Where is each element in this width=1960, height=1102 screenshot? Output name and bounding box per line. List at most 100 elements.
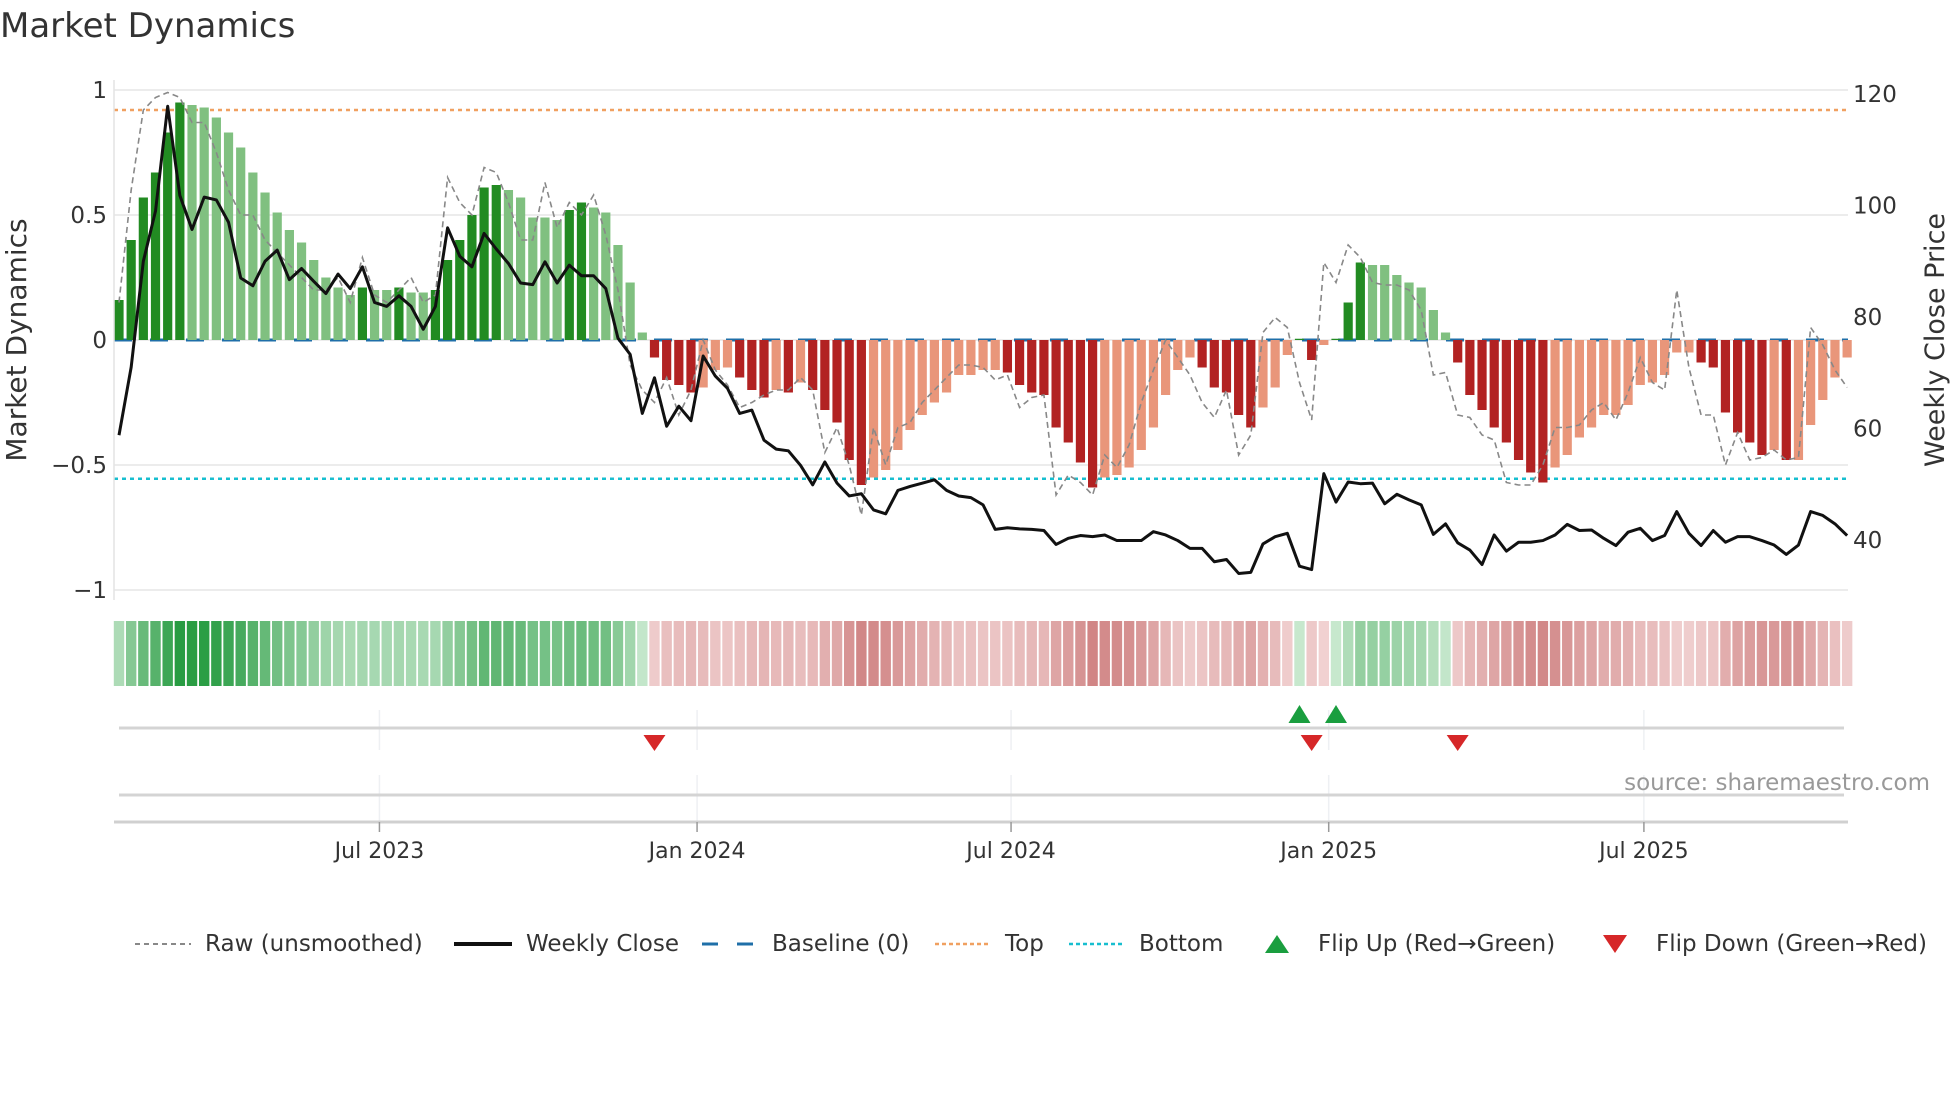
flip-down-marker [643,735,666,751]
legend-flip-up[interactable]: Flip Up (Red→Green) [1264,924,1555,964]
dynamics-bar [1100,340,1110,478]
y-tick-label: 0 [92,328,107,354]
heat-strip-cell [734,621,745,686]
heat-strip-cell [1172,621,1183,686]
heat-strip-cell [1635,621,1646,686]
heat-strip-cell [198,621,210,686]
dynamics-bar [236,147,246,340]
legend-flip-down[interactable]: Flip Down (Green→Red) [1602,924,1927,964]
dynamics-bar [820,340,830,410]
legend-top[interactable]: Top [935,924,1044,964]
legend-baseline[interactable]: Baseline (0) [702,924,909,964]
dynamics-bar [272,212,282,340]
heat-strip-cell [807,621,818,686]
gridlines [114,89,1848,822]
heat-strip-cell [953,621,964,686]
legend-top-label: Top [1005,931,1044,957]
dynamics-bar [1574,340,1584,438]
heat-strip-cell [1841,621,1853,686]
y2-axis-label: Weekly Close Price [1920,213,1951,467]
heat-strip-cell [697,621,709,686]
heat-strip-cell [1793,621,1804,686]
dynamics-bar [1294,338,1305,340]
y-tick-label: 0.5 [70,203,107,229]
legend-close[interactable]: Weekly Close [454,924,679,964]
dynamics-bar [1733,340,1743,433]
heat-strip-cell [1221,621,1232,686]
dynamics-bar [990,340,1000,370]
heat-strip-cell [1111,621,1123,686]
heat-strip-cell [1562,621,1573,686]
heat-strip-cell [637,621,648,686]
dynamics-bar [881,340,891,470]
dynamics-bar [978,340,988,370]
heat-strip-cell [1549,621,1561,686]
dynamics-bar [1745,340,1755,443]
legend-raw-label: Raw (unsmoothed) [205,931,423,957]
heat-strip-cell [1087,621,1098,686]
dynamics-bar [1769,340,1779,450]
y2-tick-label: 80 [1853,305,1882,331]
heat-strip-cell [1513,621,1524,686]
dynamics-bar [735,340,745,378]
top-swatch-icon [935,942,991,946]
heat-strip-cell [515,621,526,686]
dynamics-bar [163,132,173,340]
heat-strip-cell [1269,621,1281,686]
dynamics-bar [1355,262,1365,340]
heat-strip-cell [296,621,307,686]
heat-strip-cell [1123,621,1135,686]
heat-strip-cell [272,621,283,686]
legend: Raw (unsmoothed) Weekly Close Baseline (… [0,924,1960,964]
y-tick-label: −0.5 [51,453,107,479]
heat-strip-cell [1148,621,1159,686]
heat-strip-cell [345,621,356,686]
y-axis-label: Market Dynamics [0,218,33,461]
heat-strip-cell [1440,621,1451,686]
dynamics-bar [1197,340,1207,368]
y2-tick-label: 40 [1853,528,1882,554]
heat-strip-cell [941,621,952,686]
heat-strip-cell [600,621,611,686]
heat-strip-cell [880,621,891,686]
dynamics-bar [1842,340,1852,358]
heat-strip-cell [418,621,429,686]
dynamics-bar [1246,340,1256,428]
flip-markers [119,705,1844,797]
heat-strip-cell [624,621,636,686]
dynamics-bar [1526,340,1536,473]
heat-strip-cell [162,621,173,686]
dynamics-bar [893,340,903,450]
y-tick-label: 1 [92,78,107,104]
dynamics-bar [333,287,343,340]
heat-strip-cell [551,621,563,686]
dynamics-bar [1185,340,1195,358]
dynamics-bar [966,340,976,375]
heat-strip-cell [831,621,843,686]
legend-bottom-label: Bottom [1139,931,1224,957]
dynamics-bar [783,340,793,393]
dynamics-bar [479,187,489,340]
dynamics-bar [1039,340,1049,395]
dynamics-bar [1173,340,1183,370]
dynamics-bar [1818,340,1828,400]
legend-raw[interactable]: Raw (unsmoothed) [135,924,423,964]
dynamics-bar [382,290,392,340]
x-tick-label: Jan 2025 [1278,839,1377,864]
heat-strip-cell [576,621,587,686]
heat-strip-cell [1342,621,1354,686]
heat-strip-cell [430,621,441,686]
heat-strip-cell [320,621,332,686]
heat-strip-cell [478,621,490,686]
x-tick-label: Jan 2024 [647,839,746,864]
dynamics-bar [1781,340,1791,460]
heat-strip-cell [819,621,831,686]
heat-strip-cell [965,621,977,686]
dynamics-bar [1367,265,1378,340]
heat-strip-cell [1768,621,1780,686]
legend-bottom[interactable]: Bottom [1069,924,1223,964]
heat-strip-cell [917,621,928,686]
dynamics-bar [1538,340,1548,483]
heat-strip-cell [1391,621,1403,686]
dynamics-bar [1501,340,1511,443]
